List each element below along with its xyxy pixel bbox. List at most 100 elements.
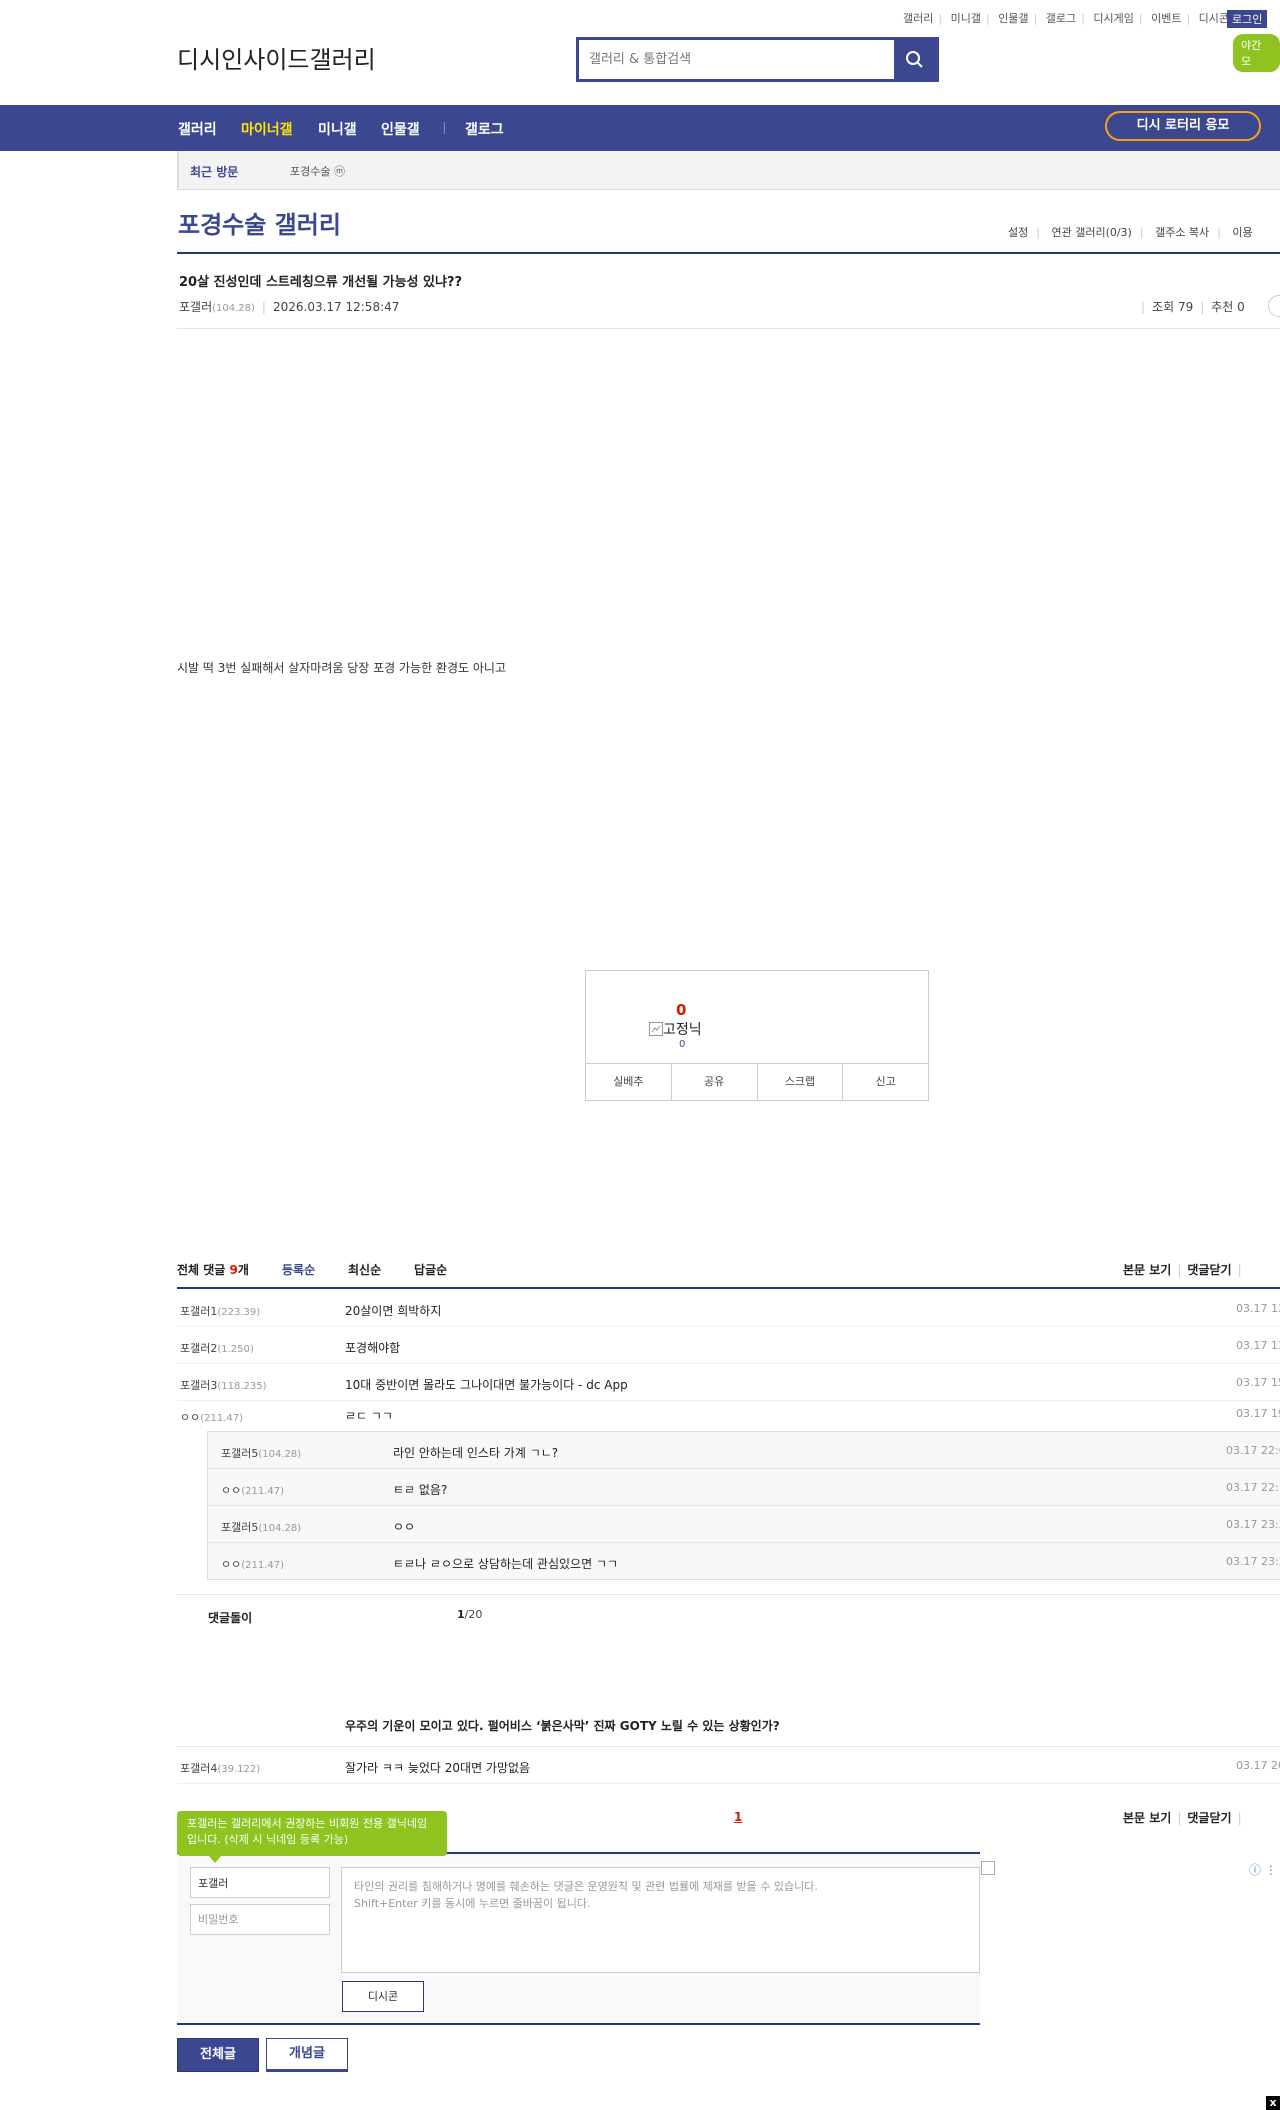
close-icon[interactable]: x: [1266, 2096, 1280, 2110]
reply-date: 03.17 23:2: [1226, 1518, 1280, 1531]
comment-date: 03.17 13: [1236, 1302, 1280, 1315]
post-author[interactable]: 포갤러: [179, 300, 212, 314]
comment-write-form: 디시콘: [177, 1854, 980, 2024]
comment-text: ㄹㄷ ㄱㄱ: [345, 1409, 393, 1423]
nav-minor-gallery[interactable]: 마이너갤: [241, 119, 293, 139]
recommend-actions: 실베추 공유 스크랩 신고: [586, 1063, 928, 1100]
reply-text: ㅌㄹ나 ㄹㅇ으로 상담하는데 관심있으면 ㄱㄱ: [393, 1557, 619, 1571]
comment-textarea[interactable]: [341, 1867, 980, 1973]
gallery-settings[interactable]: 설정: [1008, 226, 1028, 239]
top-link-dcgame[interactable]: 디시게임: [1093, 12, 1133, 25]
reply-nick[interactable]: 포갤러5(104.28): [221, 1445, 301, 1461]
search-box: [576, 37, 939, 82]
top-link-gallog[interactable]: 갤로그: [1046, 12, 1076, 25]
comments-header-actions: 본문 보기 | 댓글닫기 |: [1123, 1263, 1242, 1277]
related-galleries[interactable]: 연관 갤러리(0/3): [1051, 226, 1131, 239]
top-link-minor[interactable]: 미니갤: [951, 12, 981, 25]
comment-date: 03.17 15: [1236, 1376, 1280, 1389]
reply-nick[interactable]: ㅇㅇ(211.47): [221, 1482, 284, 1498]
concept-posts-button[interactable]: 개념글: [266, 2038, 348, 2072]
gallery-usage[interactable]: 이용: [1232, 226, 1252, 239]
comment-nick[interactable]: 포갤러3(118.235): [180, 1377, 267, 1393]
nickname-tooltip: 포갤러는 갤러리에서 권장하는 비회원 전용 갤닉네임입니다. (삭제 시 닉네…: [177, 1811, 447, 1863]
scrap-button[interactable]: 스크랩: [758, 1064, 844, 1100]
post-header-divider: [177, 328, 1280, 329]
broken-image-icon: [649, 1022, 663, 1036]
comment-date: 03.17 20: [1236, 1759, 1280, 1772]
fixed-nick-recommend[interactable]: 고정닉: [649, 1019, 702, 1039]
comment-text: 20살이면 희박하지: [345, 1304, 442, 1318]
reply-nick[interactable]: ㅇㅇ(211.47): [221, 1556, 284, 1572]
reply-row: ㅇㅇ(211.47) ㅌㄹ 없음? 03.17 22:1: [208, 1469, 1280, 1506]
recent-label: 최근 방문: [190, 165, 239, 179]
comment-text: 포경해야함: [345, 1341, 401, 1355]
nav-gallog[interactable]: 갤로그: [465, 119, 504, 139]
dccon-button[interactable]: 디시콘: [342, 1981, 424, 2012]
ad-image-icon: [981, 1861, 995, 1875]
reply-text: 라인 안하는데 인스타 가계 ㄱㄴ?: [393, 1446, 559, 1460]
comment-nick[interactable]: 포갤러4(39.122): [180, 1760, 260, 1776]
sort-latest[interactable]: 최신순: [348, 1261, 381, 1278]
comment-text: 10대 중반이면 몰라도 그나이대면 불가능이다 - dc App: [345, 1378, 628, 1392]
nav-gallery[interactable]: 갤러리: [178, 119, 217, 139]
copy-gallery-url[interactable]: 갤주소 복사: [1155, 226, 1209, 239]
comment-text: 잘가라 ㅋㅋ 늦었다 20대면 가망없음: [345, 1761, 531, 1775]
fixed-nick-alt: 고정닉: [663, 1022, 702, 1038]
sort-registered[interactable]: 등록순: [282, 1261, 315, 1278]
search-input[interactable]: [579, 40, 894, 79]
reply-date: 03.17 23:2: [1226, 1555, 1280, 1568]
comments-header: 전체 댓글 9개 등록순 최신순 답글순: [177, 1261, 447, 1278]
comment-nick[interactable]: 포갤러1(223.39): [180, 1303, 260, 1319]
search-button[interactable]: [894, 40, 936, 79]
reply-row: 포갤러5(104.28) 라인 안하는데 인스타 가계 ㄱㄴ? 03.17 22…: [208, 1432, 1280, 1469]
comment-nick[interactable]: 포갤러2(1.250): [180, 1340, 254, 1356]
recommend-box: 0 고정닉 0 실베추 공유 스크랩 신고: [585, 970, 929, 1101]
best-recommend-button[interactable]: 실베추: [586, 1064, 672, 1100]
all-posts-button[interactable]: 전체글: [177, 2038, 259, 2072]
recommend-count: 0: [676, 1001, 687, 1019]
reply-nick[interactable]: 포갤러5(104.28): [221, 1519, 301, 1535]
share-button[interactable]: 공유: [672, 1064, 758, 1100]
top-link-event[interactable]: 이벤트: [1151, 12, 1181, 25]
recent-divider: [177, 151, 179, 189]
side-ad: ⓘ ⋮: [981, 1861, 1280, 1881]
promo-link[interactable]: 우주의 기운이 모이고 있다. 펄어비스 ‘붉은사막’ 진짜 GOTY 노릴 수…: [345, 1717, 780, 1734]
comments-total-count: 9: [229, 1263, 238, 1277]
sort-replies[interactable]: 답글순: [414, 1261, 447, 1278]
view-post-button[interactable]: 본문 보기: [1123, 1263, 1171, 1277]
top-link-person[interactable]: 인물갤: [998, 12, 1028, 25]
comment-row: 포갤러3(118.235) 10대 중반이면 몰라도 그나이대면 불가능이다 -…: [177, 1364, 1280, 1401]
comments-total-label: 전체 댓글: [177, 1263, 230, 1277]
top-link-dccon[interactable]: 디시콘: [1199, 12, 1229, 25]
site-logo[interactable]: 디시인사이드갤러리: [177, 40, 376, 75]
nav-person-gallery[interactable]: 인물갤: [381, 119, 420, 139]
comment-jump-icon[interactable]: [1268, 295, 1280, 317]
reply-date: 03.17 22:0: [1226, 1444, 1280, 1457]
comment-dol-pager[interactable]: 1/20: [457, 1608, 482, 1621]
post-datetime: 2026.03.17 12:58:47: [272, 300, 400, 314]
reply-row: 포갤러5(104.28) ㅇㅇ 03.17 23:2: [208, 1506, 1280, 1543]
view-post-button-bottom[interactable]: 본문 보기: [1123, 1811, 1171, 1825]
top-link-gallery[interactable]: 갤러리: [903, 12, 933, 25]
password-input[interactable]: [190, 1904, 330, 1935]
gallery-title[interactable]: 포경수술 갤러리: [178, 205, 341, 240]
login-button[interactable]: 로그인: [1227, 10, 1268, 28]
nav-mini-gallery[interactable]: 미니갤: [318, 119, 357, 139]
lottery-button[interactable]: 디시 로터리 응모: [1105, 111, 1261, 141]
close-comments-button-bottom[interactable]: 댓글닫기: [1187, 1811, 1231, 1825]
comment-date: 03.17 19: [1236, 1407, 1280, 1420]
recent-item[interactable]: 포경수술 ⓜ: [290, 163, 345, 179]
recent-visits: 최근 방문 포경수술 ⓜ: [177, 151, 1280, 190]
night-mode-toggle[interactable]: 야간 모: [1233, 34, 1280, 72]
gallery-tools: 설정 | 연관 갤러리(0/3) | 갤주소 복사 | 이용: [1008, 226, 1253, 239]
comments-divider: [177, 1287, 1280, 1289]
comment-date: 03.17 13: [1236, 1339, 1280, 1352]
report-button[interactable]: 신고: [843, 1064, 928, 1100]
comment-nick[interactable]: ㅇㅇ(211.47): [180, 1409, 243, 1425]
ad-info-icon[interactable]: ⓘ ⋮: [1249, 1861, 1277, 1878]
post-title: 20살 진성인데 스트레칭으류 개선될 가능성 있냐??: [179, 275, 463, 290]
close-comments-button[interactable]: 댓글닫기: [1187, 1263, 1231, 1277]
nickname-input[interactable]: [190, 1867, 330, 1898]
reply-date: 03.17 22:1: [1226, 1481, 1280, 1494]
comment-page-current[interactable]: 1: [734, 1810, 742, 1824]
